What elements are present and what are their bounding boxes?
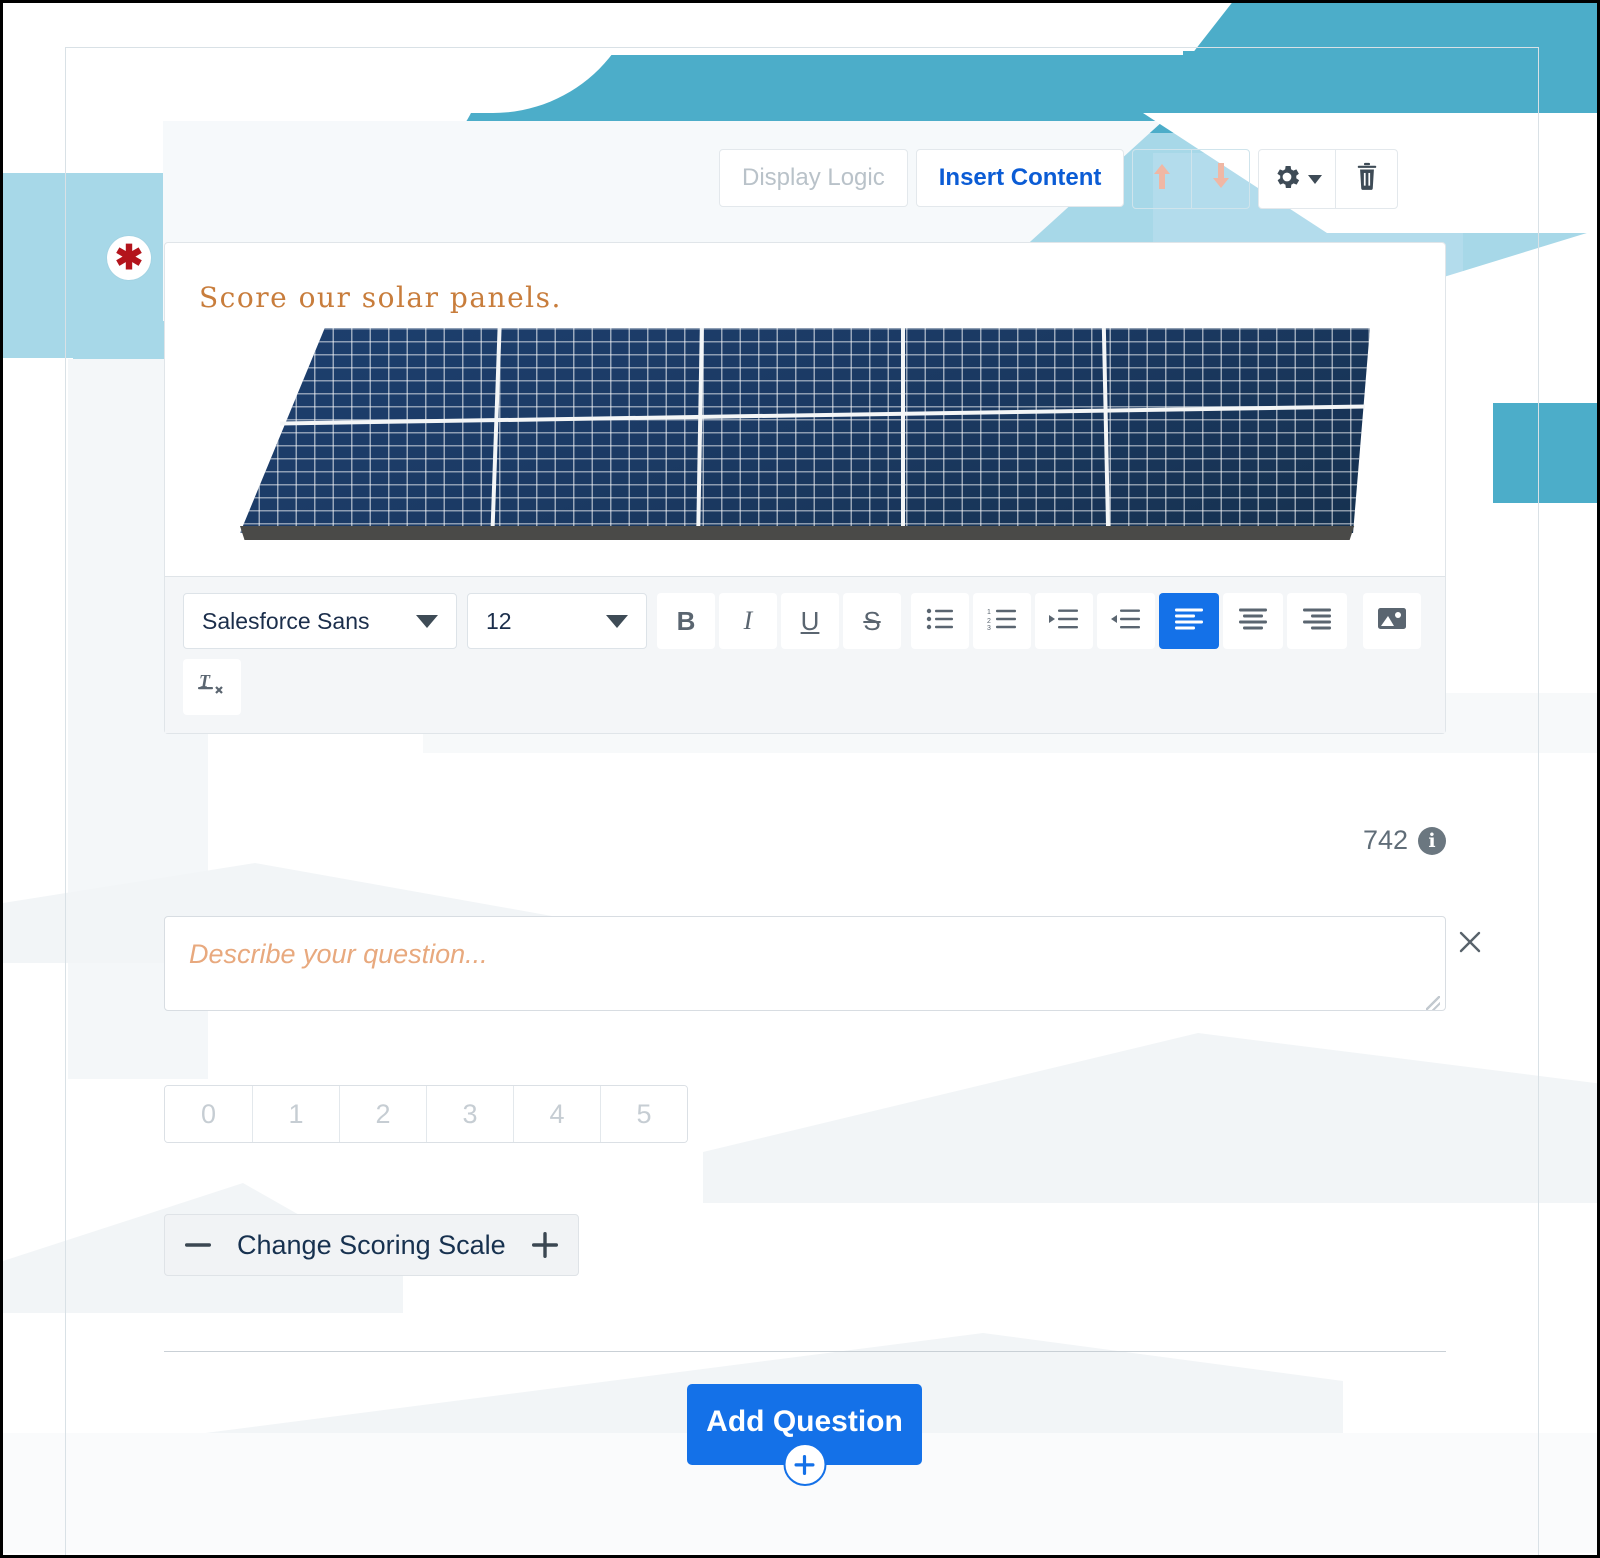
font-family-select[interactable]: Salesforce Sans xyxy=(183,593,457,649)
required-asterisk: ✱ xyxy=(114,239,144,277)
cloud-shape xyxy=(3,358,73,558)
list-and-align-group: 1 2 3 xyxy=(911,593,1347,649)
bulleted-list-button[interactable] xyxy=(911,593,969,649)
indent-button[interactable] xyxy=(1035,593,1093,649)
scale-option[interactable]: 1 xyxy=(252,1086,339,1142)
align-left-button[interactable] xyxy=(1159,593,1219,649)
move-question-up-button[interactable] xyxy=(1133,150,1191,208)
svg-text:3: 3 xyxy=(987,625,991,630)
numbered-list-icon: 1 2 3 xyxy=(987,606,1017,637)
delete-question-button[interactable] xyxy=(1335,150,1397,208)
chevron-down-icon xyxy=(606,614,628,628)
font-size-select[interactable]: 12 xyxy=(467,593,647,649)
outdent-icon xyxy=(1111,606,1141,637)
add-question-wrapper: Add Question xyxy=(687,1384,922,1486)
align-center-icon xyxy=(1239,606,1267,637)
character-counter: 742 i xyxy=(164,825,1446,856)
question-card: Score our solar panels. Salesforce Sans … xyxy=(164,242,1446,734)
solar-panel-face xyxy=(240,328,1370,533)
required-badge: ✱ xyxy=(107,236,151,280)
align-center-button[interactable] xyxy=(1223,593,1283,649)
align-left-icon xyxy=(1175,606,1203,637)
move-question-group xyxy=(1132,149,1251,209)
solar-panel-seam xyxy=(901,328,906,533)
rich-text-toolbar: Salesforce Sans 12 B I U S 1 2 3 T xyxy=(165,576,1445,733)
bold-button[interactable]: B xyxy=(657,593,715,649)
italic-icon: I xyxy=(743,606,753,635)
italic-button[interactable]: I xyxy=(719,593,777,649)
solar-panel-image xyxy=(240,328,1370,548)
insert-content-button[interactable]: Insert Content xyxy=(915,149,1125,207)
strikethrough-button[interactable]: S xyxy=(843,593,901,649)
question-image xyxy=(165,314,1445,576)
change-scoring-scale-stepper: Change Scoring Scale xyxy=(164,1214,579,1276)
align-right-button[interactable] xyxy=(1287,593,1347,649)
svg-text:1: 1 xyxy=(987,609,991,616)
arrow-down-icon xyxy=(1209,161,1233,197)
question-settings-button[interactable] xyxy=(1259,150,1335,208)
remove-formatting-icon: T xyxy=(197,670,227,705)
change-scoring-scale-label[interactable]: Change Scoring Scale xyxy=(231,1230,512,1261)
decrease-scale-button[interactable] xyxy=(165,1215,231,1275)
increase-scale-button[interactable] xyxy=(512,1215,578,1275)
strikethrough-icon: S xyxy=(863,605,881,636)
question-description-input[interactable] xyxy=(164,916,1446,1011)
rich-text-toolbar-row-2: T xyxy=(183,659,1427,715)
align-right-icon xyxy=(1303,606,1331,637)
chevron-down-icon xyxy=(1308,174,1323,184)
question-description-wrapper xyxy=(164,916,1481,1016)
display-logic-button[interactable]: Display Logic xyxy=(719,149,908,207)
solar-panel-base xyxy=(240,526,1355,540)
info-icon[interactable]: i xyxy=(1418,826,1446,855)
question-settings-group xyxy=(1258,149,1399,209)
arrow-up-icon xyxy=(1150,161,1174,197)
bulleted-list-icon xyxy=(926,606,954,637)
scale-option[interactable]: 2 xyxy=(339,1086,426,1142)
outdent-button[interactable] xyxy=(1097,593,1155,649)
trash-icon xyxy=(1353,162,1381,197)
insert-content-label: Insert Content xyxy=(938,164,1102,191)
app-screen: Display Logic Insert Content ✱ Score our… xyxy=(0,0,1600,1558)
section-divider xyxy=(164,1351,1446,1352)
question-action-bar: Display Logic Insert Content xyxy=(719,149,1399,209)
numbered-list-button[interactable]: 1 2 3 xyxy=(973,593,1031,649)
scale-option[interactable]: 5 xyxy=(600,1086,687,1142)
gear-icon xyxy=(1272,162,1302,197)
scale-option[interactable]: 4 xyxy=(513,1086,600,1142)
scale-option[interactable]: 0 xyxy=(165,1086,252,1142)
image-icon xyxy=(1377,605,1407,638)
indent-icon xyxy=(1049,606,1079,637)
character-count-value: 742 xyxy=(1362,825,1408,855)
plus-circle-icon[interactable] xyxy=(783,1443,826,1486)
remove-formatting-button[interactable]: T xyxy=(183,659,241,715)
font-size-value: 12 xyxy=(486,607,512,634)
scale-option[interactable]: 3 xyxy=(426,1086,513,1142)
font-family-value: Salesforce Sans xyxy=(202,607,370,634)
minus-icon xyxy=(185,1243,211,1247)
insert-image-button[interactable] xyxy=(1363,593,1421,649)
chevron-down-icon xyxy=(416,614,438,628)
underline-icon: U xyxy=(800,605,820,636)
move-question-down-button[interactable] xyxy=(1191,150,1249,208)
insert-group xyxy=(1363,593,1421,649)
display-logic-label: Display Logic xyxy=(742,164,885,191)
question-title[interactable]: Score our solar panels. xyxy=(165,243,1445,314)
plus-icon xyxy=(531,1232,558,1258)
scoring-scale: 0 1 2 3 4 5 xyxy=(164,1085,688,1143)
text-style-group: B I U S xyxy=(657,593,901,649)
close-icon[interactable] xyxy=(1456,928,1484,962)
bold-icon: B xyxy=(676,605,696,636)
svg-text:2: 2 xyxy=(987,618,991,625)
resize-handle[interactable] xyxy=(1426,996,1440,1010)
underline-button[interactable]: U xyxy=(781,593,839,649)
